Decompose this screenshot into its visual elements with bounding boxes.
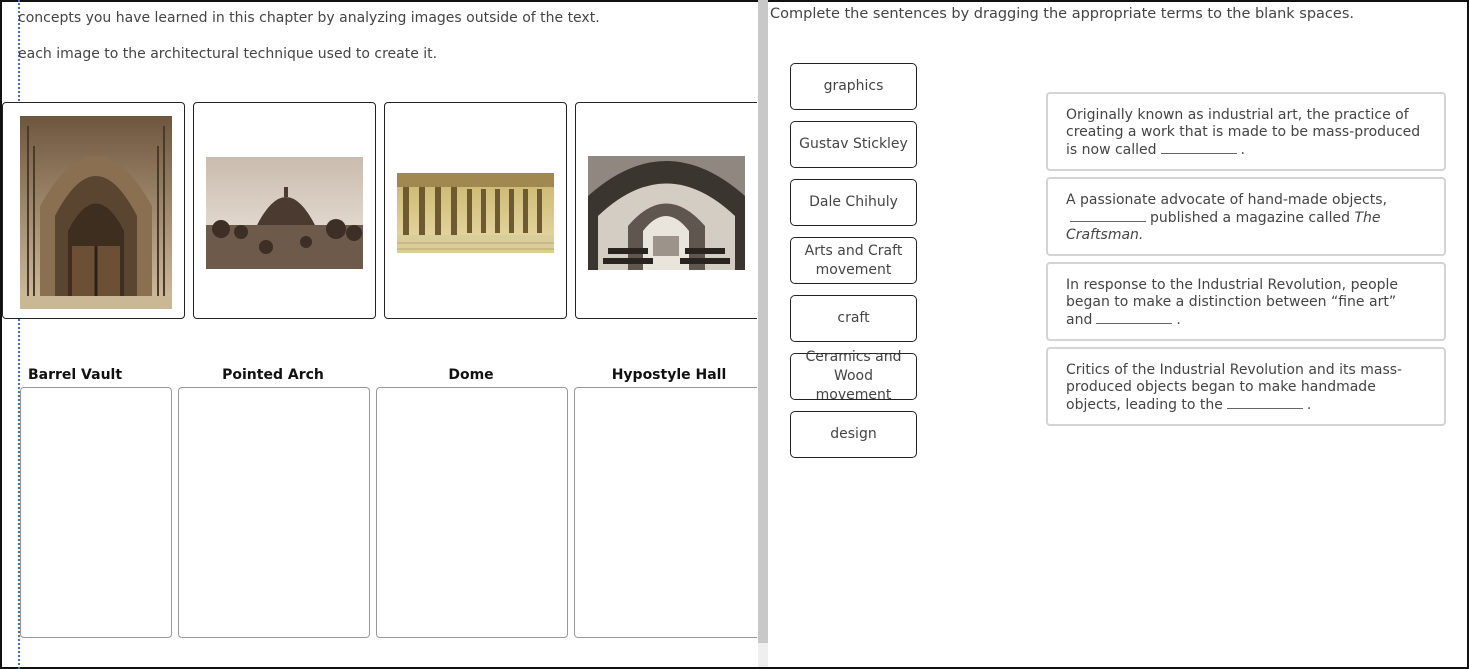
dome-photo [206,157,363,269]
category-label-dome: Dome [448,367,494,383]
instruction-line-1: concepts you have learned in this chapte… [18,10,600,26]
sentence-box-1: Originally known as industrial art, the … [1046,92,1446,171]
barrel-vault-photo [588,156,745,270]
image-card-2[interactable] [193,102,376,319]
sentence-1-end: . [1240,142,1245,158]
term-arts-and-craft-movement[interactable]: Arts and Craft movement [790,237,917,284]
panel-divider-end [758,643,768,667]
term-graphics[interactable]: graphics [790,63,917,110]
category-label-hypostyle-hall: Hypostyle Hall [611,367,727,383]
pointed-arch-photo [20,116,172,309]
left-panel: concepts you have learned in this chapte… [0,0,757,669]
image-card-3[interactable] [384,102,567,319]
blank-2[interactable] [1070,209,1146,222]
drop-zone-dome[interactable] [376,387,568,638]
sentence-box-3: In response to the Industrial Revolution… [1046,262,1446,341]
sentence-2-text: A passionate advocate of hand-made objec… [1066,192,1387,208]
image-card-4[interactable] [575,102,757,319]
term-dale-chihuly[interactable]: Dale Chihuly [790,179,917,226]
sentence-box-2: A passionate advocate of hand-made objec… [1046,177,1446,256]
instruction-line-2: each image to the architectural techniqu… [18,46,438,62]
term-ceramics-and-wood-movement[interactable]: Ceramics and Wood movement [790,349,917,403]
term-design[interactable]: design [790,411,917,458]
sentence-2-middle: published a magazine called [1150,210,1350,226]
category-label-barrel-vault: Barrel Vault [27,367,123,383]
sentence-4-end: . [1306,397,1312,413]
sentence-box-4: Critics of the Industrial Revolution and… [1046,347,1446,426]
drop-zone-barrel-vault[interactable] [20,387,172,638]
hypostyle-hall-photo [397,173,554,253]
category-label-pointed-arch: Pointed Arch [222,367,324,383]
blank-3[interactable] [1096,311,1173,324]
drag-instruction: Complete the sentences by dragging the a… [770,6,1354,22]
blank-1[interactable] [1160,141,1237,154]
blank-4[interactable] [1226,396,1303,409]
sentence-3-end: . [1176,312,1181,328]
term-gustav-stickley[interactable]: Gustav Stickley [790,121,917,168]
drop-zone-pointed-arch[interactable] [178,387,370,638]
image-card-1[interactable] [2,102,185,319]
panel-divider[interactable] [758,0,768,643]
drop-zone-hypostyle-hall[interactable] [574,387,757,638]
term-craft[interactable]: craft [790,295,917,342]
